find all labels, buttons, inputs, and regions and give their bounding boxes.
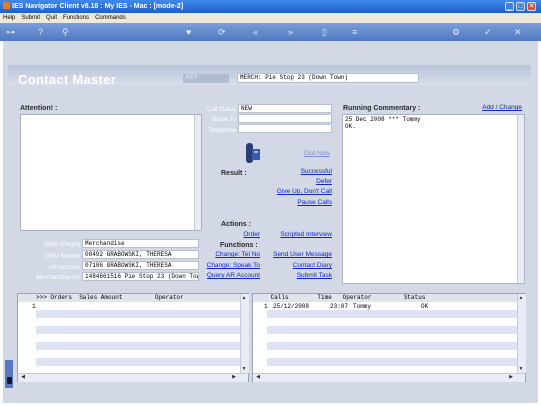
send-user-message-link[interactable]: Send User Message [262, 251, 332, 258]
calls-row-band [267, 310, 517, 318]
app-icon [3, 2, 10, 9]
crm-record-label: CRM Record [45, 254, 80, 260]
scroll-up-arrow-icon[interactable]: ▲ [517, 294, 525, 302]
order-link[interactable]: Order [208, 231, 260, 238]
close-button[interactable]: ✕ [527, 2, 536, 11]
heart-icon[interactable]: ♥ [186, 23, 191, 41]
change-tel-no-link[interactable]: Change: Tel No [202, 251, 260, 258]
commentary-line-1: 25 Dec 2008 *** Tommy [345, 116, 421, 123]
result-label: Result : [221, 170, 247, 177]
calls-row-band [267, 326, 517, 334]
result-give-up-link[interactable]: Give Up, Don't Call [250, 188, 332, 195]
scroll-right-arrow-icon[interactable]: ▶ [230, 373, 238, 381]
calls-row-status: OK [421, 303, 429, 310]
commentary-scrollbar[interactable] [517, 115, 524, 283]
search-icon[interactable]: ⚲ [62, 23, 69, 41]
calls-row-number: 1 [264, 303, 268, 310]
telephone-field[interactable] [238, 124, 332, 133]
calls-row-band [267, 342, 517, 350]
contact-diary-link[interactable]: Contact Diary [262, 262, 332, 269]
ar-account-field[interactable]: 07186 GRABOWSKI, THERESA [82, 261, 199, 270]
minimize-button[interactable]: _ [505, 2, 514, 11]
orders-row-band [36, 310, 242, 318]
change-speak-to-link[interactable]: Change: Speak To [202, 262, 260, 269]
help-icon[interactable]: ? [38, 23, 43, 41]
merchandise-no-label: Merchandise No [36, 275, 80, 281]
menu-commands[interactable]: Commands [95, 15, 126, 21]
commentary-text-area[interactable]: 25 Dec 2008 *** Tommy OK. [342, 114, 525, 284]
window-title: IES Navigator Client v8.18 : My IES - Ma… [12, 3, 184, 10]
speak-to-field[interactable] [238, 114, 332, 123]
crm-record-field[interactable]: 08492 GRABOWSKI, THERESA [82, 250, 199, 259]
store-origin-label: Store (Origin) [43, 242, 80, 248]
menu-help[interactable]: Help [3, 15, 15, 21]
result-pause-calls-link[interactable]: Pause Calls [250, 199, 332, 206]
cancel-icon[interactable]: ✕ [514, 23, 522, 41]
menu-submit[interactable]: Submit [21, 15, 40, 21]
form-title: Contact Master [18, 72, 117, 87]
ar-account-label: AR Account [48, 265, 80, 271]
refresh-icon[interactable]: ⟳ [218, 23, 226, 41]
add-change-link[interactable]: Add / Change [472, 104, 522, 111]
menu-quit[interactable]: Quit [46, 15, 57, 21]
calls-grid[interactable]: Calls Time Operator Status 1 25/12/2008 … [252, 293, 526, 382]
scroll-down-arrow-icon[interactable]: ▼ [240, 365, 248, 373]
orders-vscroll[interactable] [240, 294, 249, 373]
result-successful-link[interactable]: Successful [250, 168, 332, 175]
attention-label: Attention! : [20, 105, 58, 112]
key-field[interactable]: MERCH: Pie Stop 23 (Down Town) [237, 73, 419, 83]
calls-row-date: 25/12/2008 [273, 303, 310, 310]
calls-row-time: 23:07 [330, 303, 349, 310]
calls-grid-header: Calls Time Operator Status [253, 294, 517, 302]
actions-label: Actions : [221, 221, 251, 228]
call-status-field[interactable]: NEW [238, 104, 332, 113]
phone-icon[interactable] [243, 143, 261, 163]
orders-grid[interactable]: >>> Orders Sales Amount Operator 1 ▲ ▼ ◀… [17, 293, 249, 382]
dial-now-link[interactable]: Dial Now [304, 150, 330, 157]
rewind-icon[interactable]: « [253, 23, 258, 41]
orders-grid-header: >>> Orders Sales Amount Operator [18, 294, 240, 302]
scroll-right-arrow-icon[interactable]: ▶ [507, 373, 515, 381]
scripted-interview-link[interactable]: Scripted Interview [262, 231, 332, 238]
key-label: KEY [183, 74, 229, 83]
submit-task-link[interactable]: Submit Task [262, 272, 332, 279]
calls-hscroll[interactable] [253, 373, 525, 382]
functions-label: Functions : [220, 242, 258, 249]
menu-functions[interactable]: Functions [63, 15, 89, 21]
calls-row-band [267, 358, 517, 366]
page-icon[interactable]: ▯ [322, 23, 327, 41]
scroll-up-arrow-icon[interactable]: ▲ [240, 294, 248, 302]
orders-row-band [36, 358, 242, 366]
result-defer-link[interactable]: Defer [250, 178, 332, 185]
orders-row-number: 1 [32, 303, 36, 310]
list-icon[interactable]: ≡ [352, 23, 357, 41]
scroll-left-arrow-icon[interactable]: ◀ [254, 373, 262, 381]
commentary-label: Running Commentary : [343, 105, 421, 112]
orders-row-band [36, 326, 242, 334]
forward-icon[interactable]: » [288, 23, 293, 41]
settings-icon[interactable]: ⚙ [452, 23, 460, 41]
attention-scrollbar[interactable] [194, 115, 201, 230]
menu-bar: Help Submit Quit Functions Commands [0, 13, 541, 23]
calls-row-operator: Tommy [353, 303, 372, 310]
maximize-button[interactable]: □ [516, 2, 525, 11]
store-origin-field[interactable]: Merchandise [82, 239, 199, 248]
query-ar-account-link[interactable]: Query AR Account [202, 272, 260, 279]
merchandise-no-field[interactable]: 1484661516 Pie Stop 23 (Down Tow [82, 272, 199, 281]
speak-to-label: Speak To [211, 117, 236, 123]
call-status-label: Call Status [206, 107, 236, 113]
telephone-label: Telephone [208, 128, 236, 134]
check-icon[interactable]: ✓ [484, 23, 492, 41]
side-phone-icon[interactable] [7, 377, 12, 384]
key-icon[interactable]: ⊶ [6, 23, 15, 41]
scroll-left-arrow-icon[interactable]: ◀ [19, 373, 27, 381]
scroll-down-arrow-icon[interactable]: ▼ [517, 365, 525, 373]
orders-hscroll[interactable] [18, 373, 248, 382]
toolbar: ⊶ ? ⚲ ♥ ⟳ « » ▯ ≡ ⚙ ✓ ✕ [0, 23, 541, 41]
commentary-line-2: OK. [345, 123, 356, 130]
attention-text-area[interactable] [20, 114, 202, 231]
orders-row-band [36, 342, 242, 350]
calls-vscroll[interactable] [517, 294, 526, 373]
window-title-bar: IES Navigator Client v8.18 : My IES - Ma… [0, 0, 541, 13]
